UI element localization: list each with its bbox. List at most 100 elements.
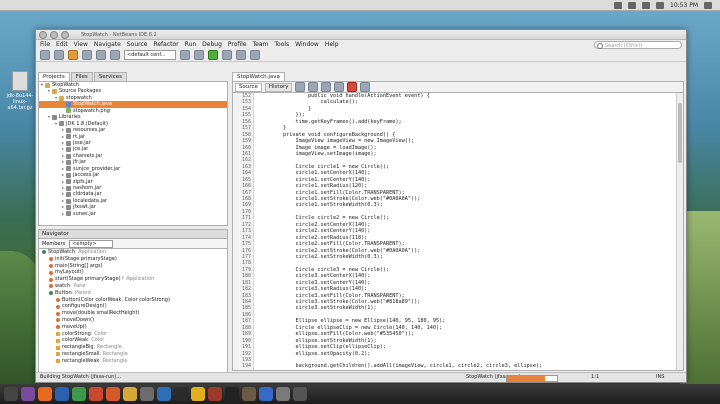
files-icon[interactable] [21, 387, 35, 401]
amazon-icon[interactable] [123, 387, 137, 401]
navigator-item[interactable]: start(Stage primaryStage) ↑ Application [39, 276, 227, 283]
menu-profile[interactable]: Profile [228, 41, 247, 48]
back-icon[interactable] [295, 82, 306, 92]
macro-record-icon[interactable] [347, 82, 358, 92]
gimp-icon[interactable] [242, 387, 256, 401]
menu-edit[interactable]: Edit [56, 41, 68, 48]
search-input[interactable]: Search (Ctrl+I) [594, 41, 682, 49]
method-icon [49, 277, 53, 282]
menu-navigate[interactable]: Navigate [94, 41, 121, 48]
power-icon[interactable] [704, 1, 712, 9]
clock[interactable]: 10:53 PM [670, 2, 698, 9]
navigator-item[interactable]: Button(Color colorWeak, Color colorStron… [39, 297, 227, 304]
calc-icon[interactable] [72, 387, 86, 401]
debug-icon[interactable] [222, 50, 232, 60]
bluetooth-icon[interactable] [259, 387, 273, 401]
mail-icon[interactable] [614, 1, 622, 9]
close-window-button[interactable] [39, 30, 47, 39]
firefox-icon[interactable] [38, 387, 52, 401]
undo-icon[interactable] [96, 50, 106, 60]
jar-icon [66, 172, 71, 178]
navigator-item[interactable]: colorWeak : Color [39, 337, 227, 344]
navigator-item[interactable]: watch : Pane [39, 283, 227, 290]
code-line[interactable]: background.getChildren().addAll(imageVie… [258, 363, 683, 369]
code-text[interactable]: public void handle(ActionEvent event) { … [254, 93, 683, 370]
scrollbar-thumb[interactable] [678, 103, 682, 163]
profile-icon[interactable] [236, 50, 246, 60]
redo-icon[interactable] [110, 50, 120, 60]
title-bar[interactable]: StopWatch - NetBeans IDE 8.2 [36, 30, 686, 40]
tree-item[interactable]: ▸ sunec.jar [39, 211, 227, 217]
navigator-item[interactable]: rectangleBig : Rectangle [39, 344, 227, 351]
clean-build-icon[interactable] [194, 50, 204, 60]
memory-icon[interactable] [250, 50, 260, 60]
dash-icon[interactable] [4, 387, 18, 401]
minimize-window-button[interactable] [50, 30, 58, 39]
navigator-item[interactable]: configureDesign() [39, 303, 227, 310]
source-tab[interactable]: Source [235, 82, 262, 92]
writer-icon[interactable] [55, 387, 69, 401]
menu-refactor[interactable]: Refactor [153, 41, 178, 48]
navigator-item[interactable]: rectangleWeak : Rectangle [39, 358, 227, 365]
forward-icon[interactable] [308, 82, 319, 92]
menu-tools[interactable]: Tools [274, 41, 289, 48]
menu-help[interactable]: Help [325, 41, 339, 48]
java-icon [66, 102, 71, 108]
toggle-bookmark-icon[interactable] [334, 82, 345, 92]
navigator-item[interactable]: moveDown() [39, 317, 227, 324]
terminal-icon[interactable] [174, 387, 188, 401]
save-all-icon[interactable] [82, 50, 92, 60]
navigator-item[interactable]: colorStrong : Color [39, 331, 227, 338]
members-filter-select[interactable]: <empty> [69, 239, 114, 248]
network-icon[interactable] [628, 1, 636, 9]
new-file-icon[interactable] [54, 50, 64, 60]
history-tab[interactable]: History [264, 82, 293, 92]
menu-view[interactable]: View [74, 41, 88, 48]
disk-icon[interactable] [276, 387, 290, 401]
navigator-item[interactable]: rectangleSmall : Rectangle [39, 351, 227, 358]
tab-projects[interactable]: Projects [38, 72, 70, 81]
video-icon[interactable] [208, 387, 222, 401]
build-icon[interactable] [180, 50, 190, 60]
jar-icon [66, 140, 71, 146]
software-center-icon[interactable] [106, 387, 120, 401]
new-project-icon[interactable] [40, 50, 50, 60]
menu-team[interactable]: Team [253, 41, 269, 48]
code-editor[interactable]: 152 153 154 155 156 157 158 159 160 161 162 163 164 1… [232, 93, 684, 371]
find-icon[interactable] [321, 82, 332, 92]
comment-icon[interactable] [360, 82, 371, 92]
navigator-item[interactable]: moveUp() [39, 324, 227, 331]
bluetooth-icon[interactable] [642, 1, 650, 9]
menu-debug[interactable]: Debug [202, 41, 222, 48]
maximize-window-button[interactable] [61, 30, 69, 39]
navigator-item[interactable]: move(double smallRectHeight) [39, 310, 227, 317]
volume-icon[interactable] [656, 1, 664, 9]
configuration-select[interactable]: <default conf... [124, 50, 176, 60]
navigator-item[interactable]: main(String[] args) [39, 263, 227, 270]
navigator-item[interactable]: init(Stage primaryStage) [39, 256, 227, 263]
menu-window[interactable]: Window [295, 41, 319, 48]
tab-files[interactable]: Files [70, 72, 93, 81]
settings-icon[interactable] [140, 387, 154, 401]
tab-services[interactable]: Services [93, 72, 127, 81]
navigator-item[interactable]: StopWatch : Application [39, 249, 227, 256]
navigator-filter: Members <empty> [38, 239, 228, 249]
obs-icon[interactable] [225, 387, 239, 401]
top-panel: 10:53 PM [0, 0, 720, 11]
status-message: Building StopWatch (jfxsa-run)... [40, 374, 122, 380]
editor-scrollbar[interactable] [676, 93, 683, 370]
navigator-item[interactable]: Button : Parent [39, 290, 227, 297]
menu-file[interactable]: File [40, 41, 50, 48]
run-icon[interactable] [208, 50, 218, 60]
impress-icon[interactable] [89, 387, 103, 401]
navigator-item[interactable]: myLayout() [39, 269, 227, 276]
class-icon [49, 291, 53, 296]
menu-source[interactable]: Source [127, 41, 148, 48]
file-tab-stopwatch[interactable]: StopWatch.java [232, 72, 285, 81]
netbeans-icon[interactable] [157, 387, 171, 401]
menu-run[interactable]: Run [185, 41, 197, 48]
chrome-icon[interactable] [191, 387, 205, 401]
trash-icon[interactable] [293, 387, 307, 401]
open-project-icon[interactable] [68, 50, 78, 60]
desktop-file-icon[interactable]: jdk-8u144-linux-x64.tar.gz [6, 71, 34, 111]
